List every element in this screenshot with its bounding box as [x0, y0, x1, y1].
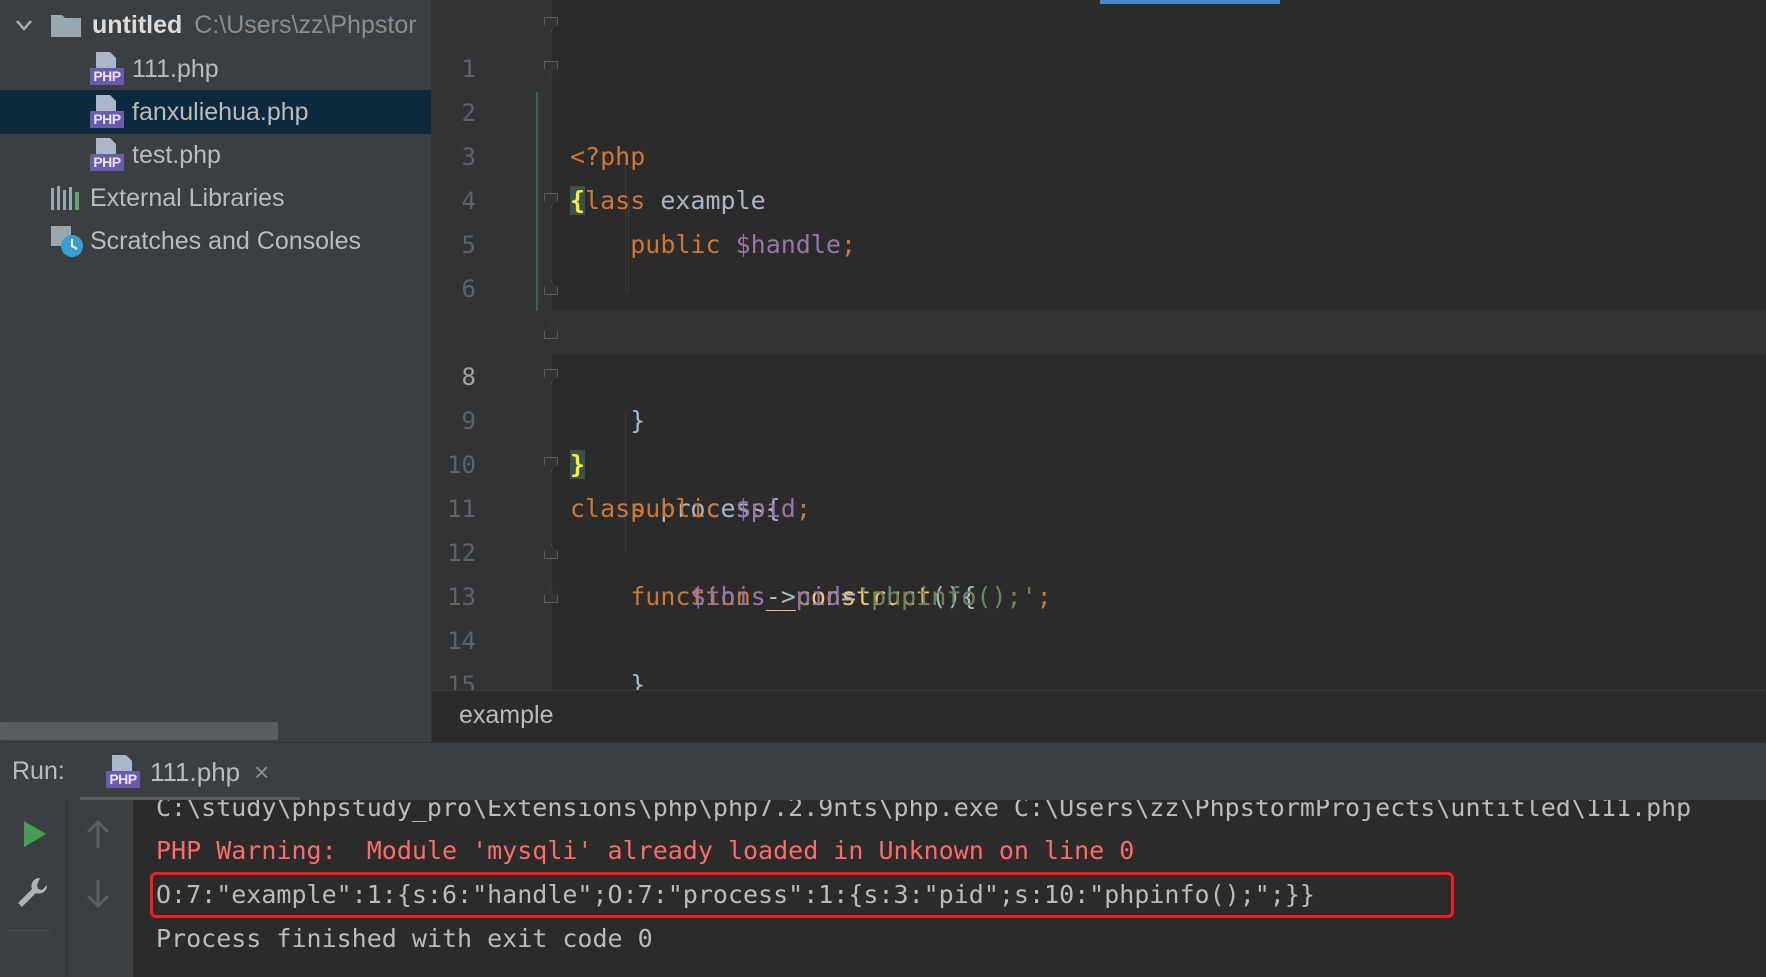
php-file-icon: PHP [90, 52, 124, 86]
run-toolbar [0, 800, 134, 977]
editor-breadcrumb[interactable]: example [432, 690, 1766, 742]
fold-marker-icon[interactable] [544, 325, 558, 339]
code-line: 14 } [432, 575, 1766, 655]
code-line: 13 } [432, 531, 1766, 690]
fold-marker-icon[interactable] [544, 193, 558, 207]
code-line: 5 function __construct(){ [432, 179, 1766, 347]
fold-marker-icon[interactable] [544, 281, 558, 295]
fold-marker-icon[interactable] [544, 545, 558, 559]
scratches-node[interactable]: Scratches and Consoles [0, 219, 431, 263]
fold-marker-icon[interactable] [544, 589, 558, 603]
folder-icon [51, 15, 81, 37]
code-line: 3 { [432, 91, 1766, 215]
breadcrumb-item[interactable]: example [459, 701, 554, 730]
arrow-down-icon[interactable] [80, 876, 116, 912]
code-editor[interactable]: 1 <?php 2 class example 3 { 4 public $ha… [432, 0, 1766, 690]
run-console-output[interactable]: C:\study\phpstudy_pro\Extensions\php\php… [134, 800, 1766, 977]
code-line: 4 public $handle; [432, 135, 1766, 259]
toolbar-divider [66, 800, 67, 977]
arrow-up-icon[interactable] [80, 816, 116, 852]
console-line-command: C:\study\phpstudy_pro\Extensions\php\php… [156, 800, 1692, 822]
code-line: 6 $this->handle=new process(); [432, 223, 1766, 347]
run-tab-label: 111.php [150, 756, 241, 787]
chevron-down-icon[interactable] [14, 15, 34, 35]
php-run-config-icon: PHP [106, 755, 140, 789]
php-file-icon: PHP [90, 95, 124, 129]
library-icon [51, 186, 79, 210]
code-line: 7 } [432, 267, 1766, 435]
ide-window: untitled C:\Users\zz\Phpstor PHP 111.php… [0, 0, 1766, 977]
code-line: 2 class example [432, 47, 1766, 215]
scratches-label: Scratches and Consoles [90, 226, 361, 255]
fold-marker-icon[interactable] [544, 457, 558, 471]
fold-marker-icon[interactable] [544, 17, 558, 31]
external-libraries-label: External Libraries [90, 183, 285, 212]
code-line: 10 public $pid; [432, 399, 1766, 523]
output-highlight-box [150, 872, 1454, 918]
file-node-111-php[interactable]: PHP 111.php [0, 47, 431, 91]
console-line-warning: PHP Warning: Module 'mysqli' already loa… [156, 836, 1135, 865]
fold-marker-icon[interactable] [544, 61, 558, 75]
php-file-icon: PHP [90, 138, 124, 172]
code-line: 15 $test=new example(); [432, 619, 1766, 690]
file-name: 111.php [132, 54, 219, 83]
project-tool-window: untitled C:\Users\zz\Phpstor PHP 111.php… [0, 0, 432, 742]
wrench-icon[interactable] [14, 874, 50, 910]
code-line-current: 8 } [432, 311, 1766, 479]
rerun-icon[interactable] [16, 816, 52, 852]
file-node-fanxuliehua-php[interactable]: PHP fanxuliehua.php [0, 90, 431, 134]
external-libraries-node[interactable]: External Libraries [0, 176, 431, 220]
run-label: Run: [12, 757, 65, 785]
sidebar-horizontal-scrollbar[interactable] [0, 722, 278, 740]
code-line: 9 class process{ [432, 355, 1766, 523]
code-line: 12 $this->pid='phpinfo();'; [432, 487, 1766, 611]
fold-marker-icon[interactable] [544, 369, 558, 383]
project-root-node[interactable]: untitled C:\Users\zz\Phpstor [0, 3, 431, 47]
close-icon[interactable]: × [254, 757, 269, 788]
run-tool-window-header: Run: PHP 111.php × [0, 742, 1766, 801]
file-node-test-php[interactable]: PHP test.php [0, 133, 431, 177]
console-line-exit: Process finished with exit code 0 [156, 924, 653, 953]
code-line: 11 function __construct(){ [432, 443, 1766, 611]
toolbar-separator [8, 930, 50, 931]
file-name: test.php [132, 140, 221, 169]
project-root-name: untitled [92, 10, 183, 39]
file-name: fanxuliehua.php [132, 97, 309, 126]
run-tab-111-php[interactable]: PHP 111.php × [80, 743, 300, 801]
scratches-icon [51, 226, 83, 257]
code-line: 1 <?php [432, 3, 1766, 171]
code-line: 16 echo serialize($test); [432, 663, 1766, 690]
project-root-path: C:\Users\zz\Phpstor [194, 10, 417, 39]
